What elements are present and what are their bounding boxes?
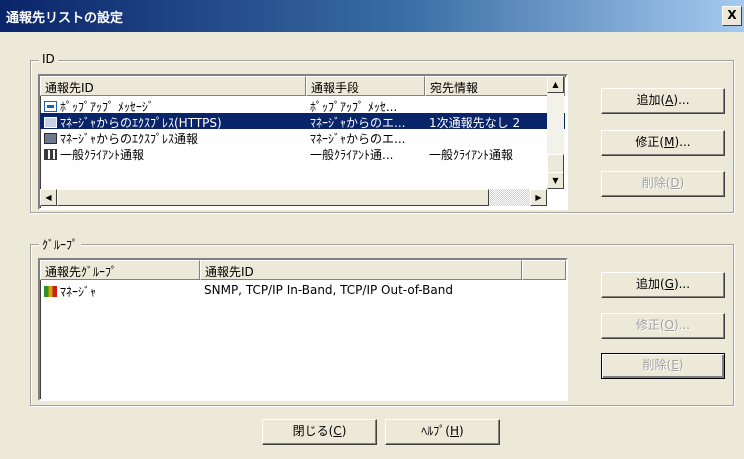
dialog-window: 通報先リストの設定 X ID 通報先ID 通報手段 宛先情報 ﾎﾟｯﾌﾟｱｯﾌﾟ… xyxy=(0,0,744,459)
button-text: 修正( xyxy=(635,318,665,332)
button-text-tail: )... xyxy=(673,277,691,291)
column-header-id[interactable]: 通報先ID xyxy=(40,76,306,96)
button-text: 追加( xyxy=(636,93,666,107)
scroll-down-arrow-icon[interactable]: ▼ xyxy=(547,172,564,189)
list-item[interactable]: 一般ｸﾗｲｱﾝﾄ通報 一般ｸﾗｲｱﾝﾄ通... 一般ｸﾗｲｱﾝﾄ通報 xyxy=(40,145,565,161)
group-edit-button[interactable]: 修正(O)... xyxy=(601,313,725,339)
button-text: 削除( xyxy=(642,358,672,372)
id-edit-button[interactable]: 修正(M)... xyxy=(601,130,725,156)
scroll-left-arrow-icon[interactable]: ◀ xyxy=(40,189,57,206)
button-accelerator: G xyxy=(664,277,674,291)
row-destination: 一般ｸﾗｲｱﾝﾄ通報 xyxy=(429,148,514,161)
row-id: ﾏﾈｰｼﾞｬからのｴｸｽﾌﾟﾚｽ通報 xyxy=(60,132,199,145)
manager-group-icon xyxy=(44,286,57,297)
button-text-tail: )... xyxy=(674,318,691,332)
id-list-header: 通報先ID 通報手段 宛先情報 xyxy=(40,76,565,96)
row-id: ﾎﾟｯﾌﾟｱｯﾌﾟ ﾒｯｾｰｼﾞ xyxy=(60,100,154,113)
button-text: 修正( xyxy=(635,135,665,149)
row-id: 一般ｸﾗｲｱﾝﾄ通報 xyxy=(60,148,145,161)
help-button[interactable]: ﾍﾙﾌﾟ(H) xyxy=(385,419,500,445)
scroll-thumb[interactable] xyxy=(57,189,489,206)
list-item[interactable]: ﾎﾟｯﾌﾟｱｯﾌﾟ ﾒｯｾｰｼﾞ ﾎﾟｯﾌﾟｱｯﾌﾟ ﾒｯｾ... xyxy=(40,97,565,113)
group-add-button[interactable]: 追加(G)... xyxy=(601,272,725,298)
button-text: 追加( xyxy=(635,277,665,291)
button-text: 削除( xyxy=(641,176,671,190)
column-header-blank[interactable] xyxy=(522,260,566,280)
row-destination xyxy=(425,97,565,113)
column-header-group[interactable]: 通報先ｸﾞﾙｰﾌﾟ xyxy=(40,260,200,280)
button-accelerator: O xyxy=(664,318,674,332)
button-text-tail: ) xyxy=(679,176,685,190)
close-button[interactable]: 閉じる(C) xyxy=(262,419,377,445)
row-method: ﾏﾈｰｼﾞｬからのエ... xyxy=(310,116,406,129)
row-destination: 1次通報先なし 2 xyxy=(429,116,521,129)
list-item[interactable]: ﾏﾈｰｼﾞｬからのｴｸｽﾌﾟﾚｽ通報 ﾏﾈｰｼﾞｬからのエ... xyxy=(40,129,565,145)
column-header-group-ids[interactable]: 通報先ID xyxy=(200,260,522,280)
group-delete-button[interactable]: 削除(E) xyxy=(601,353,725,379)
popup-message-icon xyxy=(44,101,57,112)
title-bar: 通報先リストの設定 X xyxy=(0,0,744,32)
button-text-tail: ) xyxy=(459,424,464,438)
row-id: ﾏﾈｰｼﾞｬからのｴｸｽﾌﾟﾚｽ(HTTPS) xyxy=(60,116,222,129)
scroll-thumb[interactable] xyxy=(547,154,564,174)
row-destination xyxy=(425,129,565,145)
group-list-header: 通報先ｸﾞﾙｰﾌﾟ 通報先ID xyxy=(40,260,566,280)
row-group-name: ﾏﾈｰｼﾞｬ xyxy=(60,285,97,298)
row-method: 一般ｸﾗｲｱﾝﾄ通... xyxy=(310,148,394,161)
row-method: ﾏﾈｰｼﾞｬからのエ... xyxy=(310,132,406,145)
scroll-track[interactable] xyxy=(489,189,530,206)
group-list[interactable]: 通報先ｸﾞﾙｰﾌﾟ 通報先ID ﾏﾈｰｼﾞｬ SNMP, TCP/IP In-B… xyxy=(38,258,568,401)
express-https-icon xyxy=(44,117,57,128)
id-add-button[interactable]: 追加(A)... xyxy=(601,88,725,114)
window-title: 通報先リストの設定 xyxy=(6,11,124,26)
list-item-selected[interactable]: ﾏﾈｰｼﾞｬからのｴｸｽﾌﾟﾚｽ(HTTPS) ﾏﾈｰｼﾞｬからのエ... 1次… xyxy=(40,113,565,129)
express-report-icon xyxy=(44,133,57,144)
id-delete-button[interactable]: 削除(D) xyxy=(601,171,725,197)
row-group-ids: SNMP, TCP/IP In-Band, TCP/IP Out-of-Band xyxy=(204,283,453,297)
button-text-tail: ) xyxy=(678,358,684,372)
button-accelerator: C xyxy=(333,424,342,438)
id-list[interactable]: 通報先ID 通報手段 宛先情報 ﾎﾟｯﾌﾟｱｯﾌﾟ ﾒｯｾｰｼﾞ ﾎﾟｯﾌﾟｱｯ… xyxy=(38,74,568,210)
button-accelerator: M xyxy=(664,135,675,149)
id-group-label: ID xyxy=(39,52,58,66)
scroll-up-arrow-icon[interactable]: ▲ xyxy=(547,76,564,93)
id-list-horizontal-scrollbar[interactable]: ◀ ▶ xyxy=(40,189,547,206)
group-group-label: ｸﾞﾙｰﾌﾟ xyxy=(39,236,82,253)
column-header-method[interactable]: 通報手段 xyxy=(306,76,425,96)
button-accelerator: H xyxy=(449,424,460,438)
row-method: ﾎﾟｯﾌﾟｱｯﾌﾟ ﾒｯｾ... xyxy=(310,100,398,113)
client-report-icon xyxy=(44,149,57,160)
id-list-vertical-scrollbar[interactable]: ▲ ▼ xyxy=(547,76,564,189)
column-header-destination[interactable]: 宛先情報 xyxy=(425,76,565,96)
button-text-tail: )... xyxy=(674,135,691,149)
button-text: 閉じる( xyxy=(292,424,334,438)
button-text: ﾍﾙﾌﾟ( xyxy=(421,424,450,438)
button-text-tail: )... xyxy=(673,93,690,107)
button-accelerator: D xyxy=(670,176,680,190)
scroll-right-arrow-icon[interactable]: ▶ xyxy=(530,189,547,206)
list-item[interactable]: ﾏﾈｰｼﾞｬ SNMP, TCP/IP In-Band, TCP/IP Out-… xyxy=(40,282,566,298)
close-window-button[interactable]: X xyxy=(722,6,742,26)
button-text-tail: ) xyxy=(341,424,347,438)
button-accelerator: E xyxy=(671,358,679,372)
